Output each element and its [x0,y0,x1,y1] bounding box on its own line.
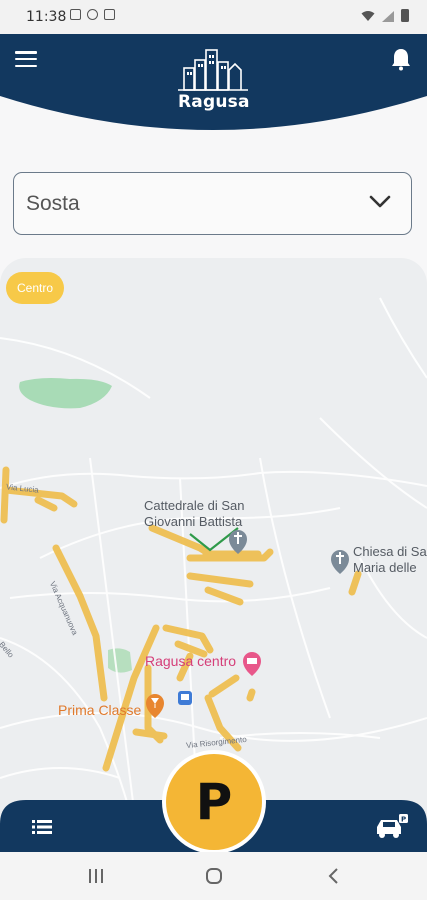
menu-icon[interactable] [15,51,37,69]
wifi-icon [361,11,375,21]
category-dropdown[interactable]: Sosta [13,172,412,235]
bell-icon[interactable] [390,47,412,71]
signal-icon [382,11,394,22]
map-label-prima-classe: Prima Classe [58,702,142,718]
parking-button-label: P [166,754,262,850]
city-skyline-icon [178,49,248,91]
recent-apps-icon[interactable] [88,869,104,883]
status-time: 11:38 [26,9,67,25]
map-label-church-2: Maria delle [353,560,417,575]
app-logo: Ragusa [178,46,250,114]
car-parking-icon[interactable]: P [375,814,409,840]
image-notification-icon [70,9,81,20]
back-icon[interactable] [328,868,340,884]
parking-button[interactable]: P [162,750,266,854]
park-area-small [108,648,132,673]
home-icon[interactable] [206,868,222,884]
notification-icons [70,9,115,20]
app-header: Ragusa [0,34,427,134]
map-label-cathedral-2: Giovanni Battista [144,514,243,529]
church-pin-icon [229,530,247,554]
map-label-ragusa-centro: Ragusa centro [145,653,237,669]
church-pin-icon-2 [331,550,349,574]
zone-chip-centro[interactable]: Centro [6,272,65,304]
dropdown-selected-value: Sosta [26,192,80,215]
battery-icon [401,9,409,22]
svg-text:P: P [401,816,406,824]
map-label-church: Chiesa di Sa [353,544,427,559]
system-icons [361,9,409,22]
system-nav-bar [0,852,427,900]
bus-stop-icon [178,691,192,705]
list-icon[interactable] [32,820,52,834]
app-name: Ragusa [178,92,250,112]
hotel-pin-icon [243,652,261,676]
minus-circle-icon [87,9,98,20]
park-area [19,378,112,409]
status-bar: 11:38 [0,0,427,34]
app-notification-icon [104,9,115,20]
map-label-cathedral: Cattedrale di San [144,498,245,513]
chevron-down-icon [369,195,391,208]
